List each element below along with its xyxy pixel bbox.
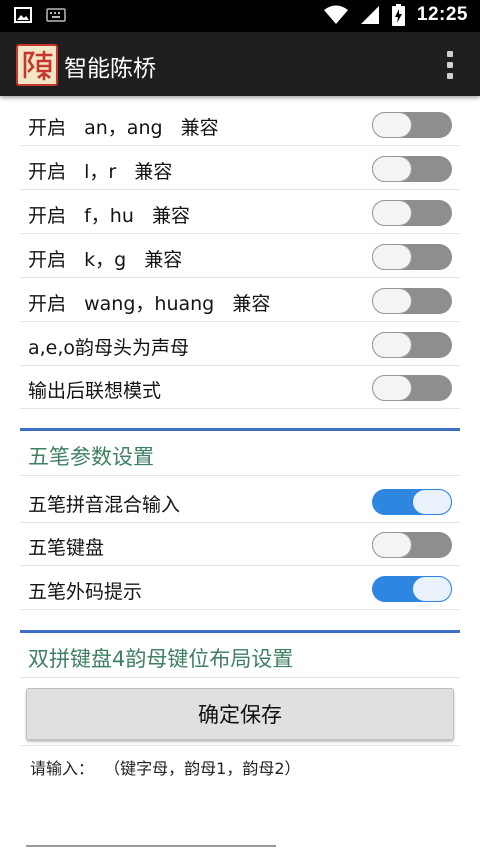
setting-label: 五笔键盘 <box>28 537 105 559</box>
overflow-menu-icon[interactable] <box>444 48 456 82</box>
layout-input-field[interactable] <box>26 845 276 847</box>
section-title: 五笔参数设置 <box>28 445 154 469</box>
setting-row-l-r[interactable]: 开启 l，r 兼容 <box>20 147 460 190</box>
fade-overlay <box>0 776 480 854</box>
setting-label: a,e,o韵母头为声母 <box>28 337 190 359</box>
image-icon <box>14 7 32 23</box>
input-hint: 请输入： （键字母，韵母1，韵母2） <box>30 759 301 778</box>
setting-row-k-g[interactable]: 开启 k，g 兼容 <box>20 235 460 278</box>
setting-label: 开启 an，ang 兼容 <box>28 117 219 139</box>
confirm-save-button[interactable]: 确定保存 <box>26 688 454 740</box>
setting-row-an-ang[interactable]: 开启 an，ang 兼容 <box>20 103 460 146</box>
setting-label: 五笔外码提示 <box>28 581 143 603</box>
switch-wang-huang[interactable] <box>372 288 452 314</box>
divider <box>20 745 460 746</box>
setting-row-f-hu[interactable]: 开启 f，hu 兼容 <box>20 191 460 234</box>
setting-row-association-mode[interactable]: 输出后联想模式 <box>20 366 460 409</box>
setting-label: 五笔拼音混合输入 <box>28 494 181 516</box>
app-logo <box>16 44 58 86</box>
section-header-shuangpin: 双拼键盘4韵母键位布局设置 <box>20 630 460 678</box>
setting-label: 开启 wang，huang 兼容 <box>28 293 271 315</box>
switch-wubi-code-hint[interactable] <box>372 576 452 602</box>
app-bar: 智能陈桥 <box>0 32 480 96</box>
switch-an-ang[interactable] <box>372 112 452 138</box>
setting-label: 开启 k，g 兼容 <box>28 249 183 271</box>
section-header-wubi: 五笔参数设置 <box>20 428 460 476</box>
app-title: 智能陈桥 <box>64 56 156 82</box>
wifi-icon <box>323 5 348 24</box>
setting-label: 开启 l，r 兼容 <box>28 161 173 183</box>
section-title: 双拼键盘4韵母键位布局设置 <box>28 647 294 671</box>
setting-row-wubi-code-hint[interactable]: 五笔外码提示 <box>20 567 460 610</box>
setting-row-wubi-keyboard[interactable]: 五笔键盘 <box>20 523 460 566</box>
switch-wubi-keyboard[interactable] <box>372 532 452 558</box>
switch-aeo-initial[interactable] <box>372 332 452 358</box>
setting-row-wang-huang[interactable]: 开启 wang，huang 兼容 <box>20 279 460 322</box>
clock: 12:25 <box>416 4 468 25</box>
setting-label: 开启 f，hu 兼容 <box>28 205 191 227</box>
setting-row-aeo-initial[interactable]: a,e,o韵母头为声母 <box>20 323 460 366</box>
switch-l-r[interactable] <box>372 156 452 182</box>
battery-charging-icon <box>391 4 405 26</box>
signal-icon <box>360 6 379 24</box>
status-bar: 12:25 <box>0 0 480 32</box>
switch-wubi-pinyin-mix[interactable] <box>372 489 452 515</box>
settings-list[interactable]: 开启 an，ang 兼容 开启 l，r 兼容 开启 f，hu 兼容 开启 k，g… <box>0 96 480 854</box>
chen-seal-icon <box>21 49 53 81</box>
switch-f-hu[interactable] <box>372 200 452 226</box>
switch-association-mode[interactable] <box>372 375 452 401</box>
keyboard-icon <box>46 8 66 22</box>
switch-k-g[interactable] <box>372 244 452 270</box>
setting-label: 输出后联想模式 <box>28 380 162 402</box>
setting-row-wubi-pinyin-mix[interactable]: 五笔拼音混合输入 <box>20 480 460 523</box>
